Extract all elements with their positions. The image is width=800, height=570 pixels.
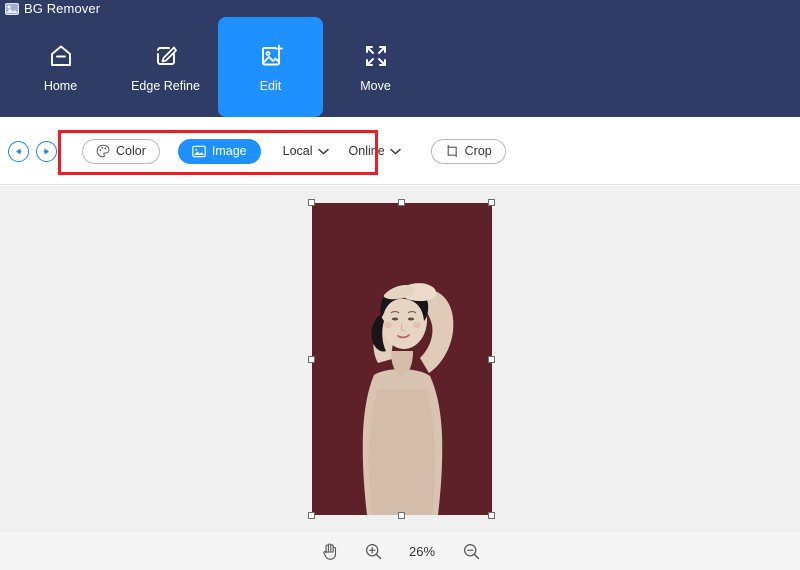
online-label: Online	[349, 144, 385, 158]
zoom-out-icon	[463, 543, 480, 560]
subject-photo	[312, 203, 492, 515]
canvas-image[interactable]	[312, 203, 492, 515]
hand-icon	[321, 542, 338, 560]
app-title: BG Remover	[24, 2, 100, 15]
nav-label-edit: Edit	[260, 80, 282, 93]
crop-icon	[445, 144, 459, 158]
pen-square-icon	[151, 41, 181, 71]
nav-item-edit[interactable]: Edit	[218, 17, 323, 117]
resize-handle-bottom-center[interactable]	[398, 512, 405, 519]
status-bar: 26%	[0, 532, 800, 570]
nav-item-home[interactable]: Home	[8, 17, 113, 117]
edit-toolbar: Color Image Local	[0, 117, 800, 185]
crop-button[interactable]: Crop	[431, 139, 506, 164]
home-icon	[46, 41, 76, 71]
chevron-down-icon	[318, 148, 329, 155]
resize-handle-middle-right[interactable]	[488, 356, 495, 363]
resize-handle-top-left[interactable]	[308, 199, 315, 206]
chevron-down-icon	[390, 148, 401, 155]
title-bar: BG Remover	[0, 0, 800, 17]
move-arrows-icon	[361, 41, 391, 71]
resize-handle-bottom-left[interactable]	[308, 512, 315, 519]
nav-item-move[interactable]: Move	[323, 17, 428, 117]
nav-label-move: Move	[360, 80, 391, 93]
resize-handle-top-right[interactable]	[488, 199, 495, 206]
nav-label-edge-refine: Edge Refine	[131, 80, 200, 93]
zoom-out-button[interactable]	[460, 540, 482, 562]
image-button[interactable]: Image	[178, 139, 261, 164]
pan-tool-button[interactable]	[318, 540, 340, 562]
selected-image-frame[interactable]	[312, 203, 492, 515]
bg-remover-app: BG Remover Home Edge Refine	[0, 0, 800, 570]
main-navigation: Home Edge Refine Edit	[0, 17, 800, 117]
image-edit-icon	[256, 41, 286, 71]
canvas-workspace[interactable]	[0, 186, 800, 532]
local-dropdown[interactable]: Local	[279, 144, 333, 158]
redo-button[interactable]	[36, 141, 57, 162]
undo-button[interactable]	[8, 141, 29, 162]
crop-label: Crop	[465, 144, 492, 158]
palette-icon	[96, 144, 110, 158]
zoom-in-button[interactable]	[362, 540, 384, 562]
nav-label-home: Home	[44, 80, 77, 93]
image-label: Image	[212, 144, 247, 158]
zoom-in-icon	[365, 543, 382, 560]
resize-handle-middle-left[interactable]	[308, 356, 315, 363]
nav-item-edge-refine[interactable]: Edge Refine	[113, 17, 218, 117]
resize-handle-bottom-right[interactable]	[488, 512, 495, 519]
resize-handle-top-center[interactable]	[398, 199, 405, 206]
color-button[interactable]: Color	[82, 139, 160, 164]
zoom-level-label: 26%	[406, 544, 438, 559]
photo-icon	[4, 2, 19, 15]
local-label: Local	[283, 144, 313, 158]
online-dropdown[interactable]: Online	[345, 144, 405, 158]
color-label: Color	[116, 144, 146, 158]
image-icon	[192, 145, 206, 158]
